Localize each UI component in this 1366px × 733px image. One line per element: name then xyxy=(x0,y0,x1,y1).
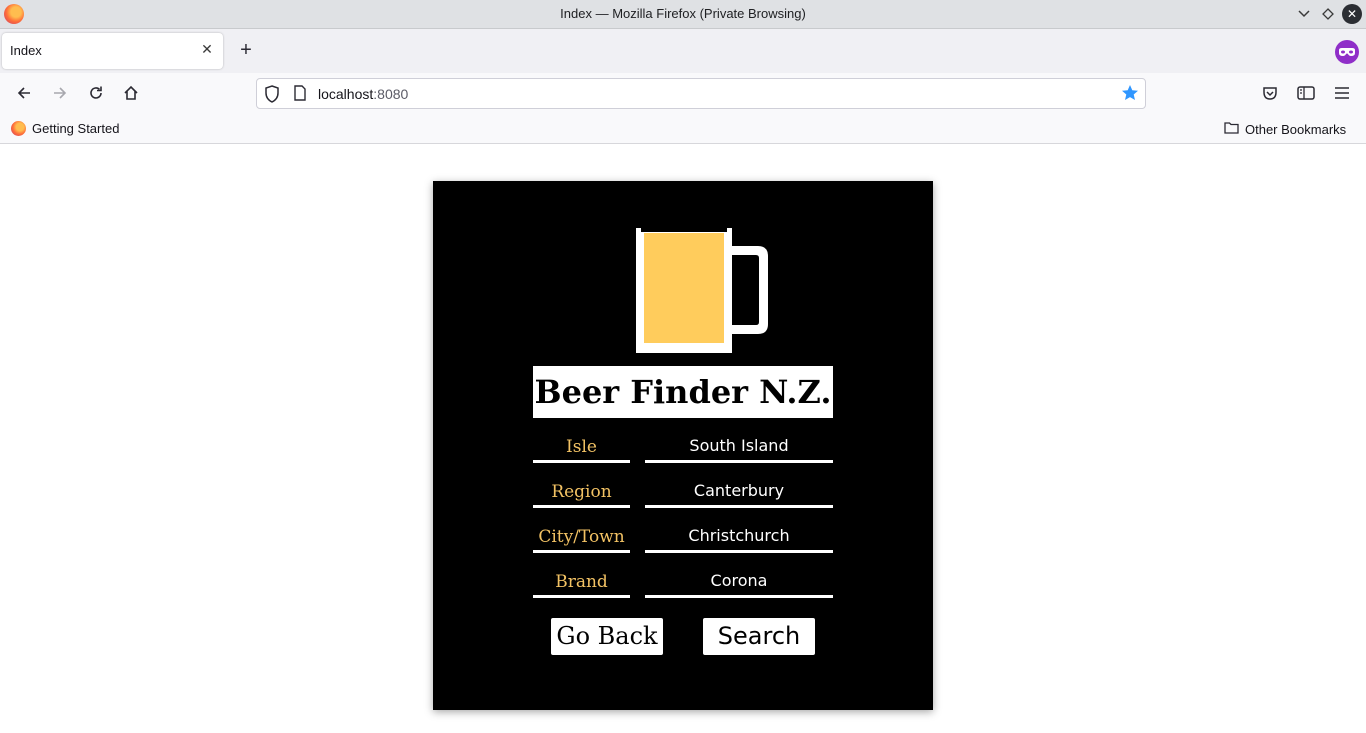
private-browsing-icon xyxy=(1335,40,1359,64)
window-title: Index — Mozilla Firefox (Private Browsin… xyxy=(560,6,806,21)
search-button[interactable]: Search xyxy=(703,618,815,655)
window-close-icon[interactable]: ✕ xyxy=(1342,4,1362,24)
firefox-icon xyxy=(11,121,26,136)
tracking-shield-icon[interactable] xyxy=(264,85,280,108)
region-row: Region xyxy=(533,476,833,512)
brand-input[interactable] xyxy=(645,566,833,598)
bookmark-getting-started[interactable]: Getting Started xyxy=(11,121,119,136)
city-town-input[interactable] xyxy=(645,521,833,553)
beer-mug-icon xyxy=(636,228,768,353)
city-town-row: City/Town xyxy=(533,521,833,557)
brand-label: Brand xyxy=(533,566,630,598)
home-icon[interactable] xyxy=(120,82,142,104)
bookmarks-toolbar: Getting Started Other Bookmarks xyxy=(0,113,1366,144)
isle-label: Isle xyxy=(533,431,630,463)
isle-row: Isle xyxy=(533,431,833,467)
url-bar[interactable]: localhost:8080 xyxy=(256,78,1146,109)
folder-icon xyxy=(1224,121,1239,137)
other-bookmarks-label: Other Bookmarks xyxy=(1245,121,1347,137)
reload-icon[interactable] xyxy=(85,82,107,104)
back-arrow-icon[interactable] xyxy=(13,82,35,104)
app-menu-icon[interactable] xyxy=(1331,82,1353,104)
maximize-icon[interactable] xyxy=(1319,5,1337,23)
page-icon[interactable] xyxy=(293,85,307,106)
tab-index[interactable]: Index ✕ xyxy=(2,33,223,69)
tab-close-icon[interactable]: ✕ xyxy=(199,41,215,57)
beer-finder-card: Beer Finder N.Z. Isle Region City/Town B… xyxy=(433,181,933,710)
bookmark-label: Getting Started xyxy=(32,121,120,136)
tab-strip: Index ✕ + xyxy=(0,29,1366,73)
pocket-icon[interactable] xyxy=(1259,82,1281,104)
region-input[interactable] xyxy=(645,476,833,508)
window-titlebar: Index — Mozilla Firefox (Private Browsin… xyxy=(0,0,1366,29)
isle-input[interactable] xyxy=(645,431,833,463)
tab-label: Index xyxy=(10,43,42,58)
forward-arrow-icon[interactable] xyxy=(49,82,71,104)
minimize-icon[interactable] xyxy=(1295,5,1313,23)
navigation-toolbar: localhost:8080 xyxy=(0,73,1366,113)
sidebar-toggle-icon[interactable] xyxy=(1295,82,1317,104)
brand-row: Brand xyxy=(533,566,833,602)
region-label: Region xyxy=(533,476,630,508)
new-tab-icon[interactable]: + xyxy=(236,40,256,61)
page-content: Beer Finder N.Z. Isle Region City/Town B… xyxy=(0,145,1366,733)
bookmark-star-icon[interactable] xyxy=(1121,84,1139,107)
go-back-button[interactable]: Go Back xyxy=(551,618,663,655)
url-text: localhost:8080 xyxy=(318,86,409,102)
city-town-label: City/Town xyxy=(533,521,630,553)
other-bookmarks[interactable]: Other Bookmarks xyxy=(1224,121,1346,137)
app-title: Beer Finder N.Z. xyxy=(533,366,833,418)
